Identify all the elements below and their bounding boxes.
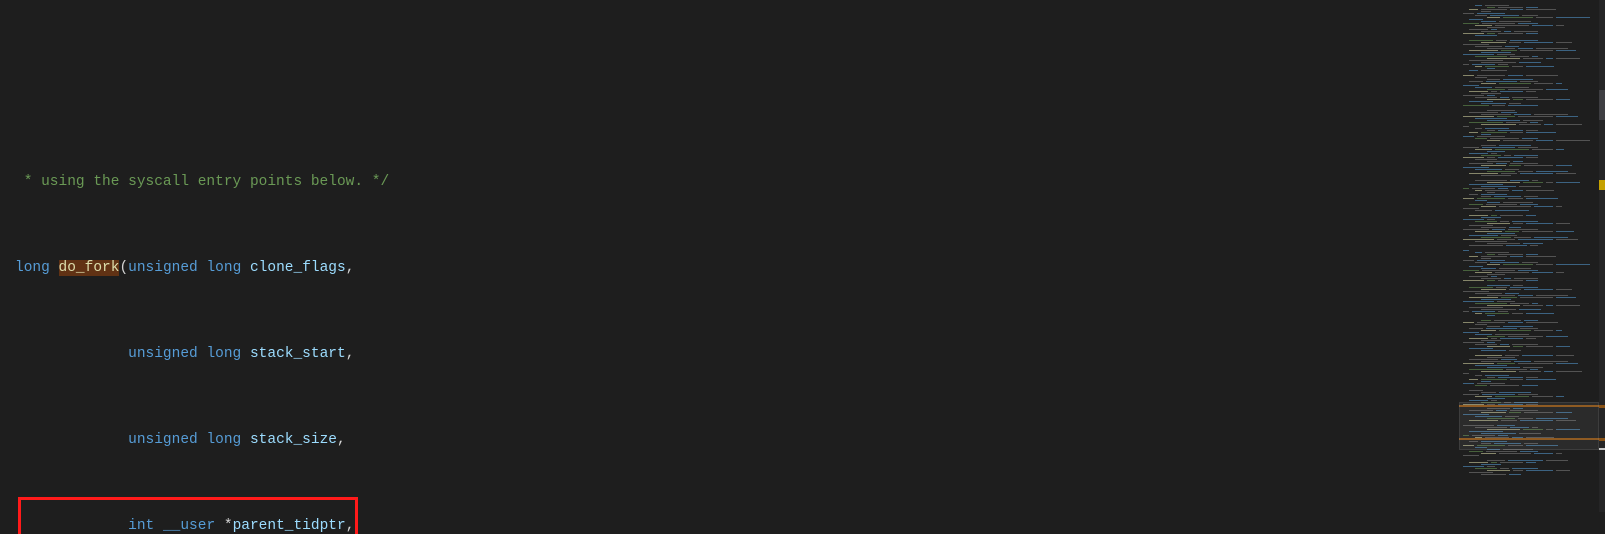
func-name-do-fork: do_fork [59, 260, 120, 276]
code-line[interactable]: * using the syscall entry points below. … [15, 172, 1392, 194]
minimap[interactable] [1459, 0, 1599, 512]
code-line[interactable]: int __user *parent_tidptr, [15, 516, 1392, 534]
code-line[interactable]: unsigned long stack_start, [15, 344, 1392, 366]
minimap-viewport[interactable] [1459, 402, 1599, 450]
overview-ruler[interactable] [1599, 0, 1605, 512]
keyword-long: long [15, 260, 50, 276]
code-line[interactable]: long do_fork(unsigned long clone_flags, [15, 258, 1392, 280]
code-line[interactable]: unsigned long stack_size, [15, 430, 1392, 452]
code-editor[interactable]: * using the syscall entry points below. … [0, 108, 1392, 534]
comment-text: * using the syscall entry points below. … [15, 174, 389, 190]
